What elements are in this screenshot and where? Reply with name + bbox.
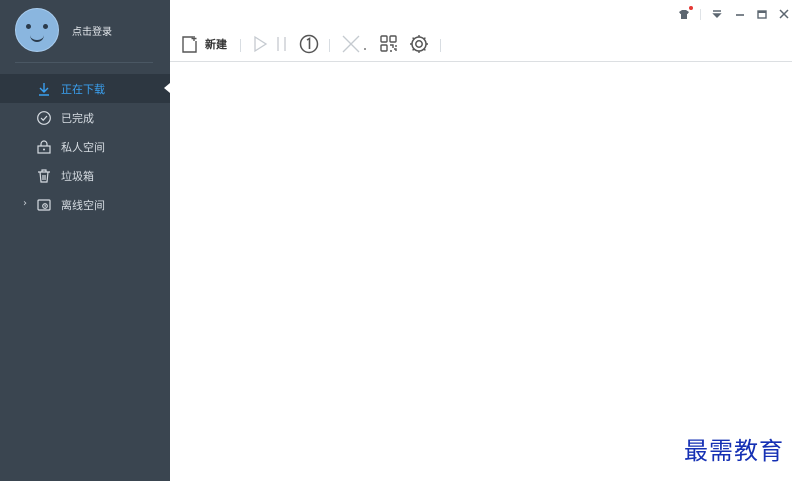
maximize-icon[interactable] <box>754 6 770 22</box>
menu-icon[interactable] <box>709 6 725 22</box>
toolbar: 新建 <box>170 30 792 60</box>
new-task-icon <box>180 34 200 54</box>
divider <box>15 62 153 63</box>
download-icon <box>36 81 52 97</box>
sidebar-item-downloading[interactable]: 正在下载 <box>0 74 170 103</box>
pause-icon <box>274 34 290 54</box>
lock-icon <box>36 139 52 155</box>
divider <box>440 39 441 52</box>
sidebar-item-label: 私人空间 <box>61 140 105 154</box>
profile-area: 点击登录 <box>0 0 170 62</box>
speed-limit-icon <box>298 33 320 55</box>
new-task-button[interactable]: 新建 <box>180 33 227 55</box>
start-button[interactable] <box>250 33 270 55</box>
divider <box>700 9 701 20</box>
sidebar-item-label: 正在下载 <box>61 82 105 96</box>
new-task-label: 新建 <box>205 38 227 51</box>
sidebar-nav: 正在下载 已完成 私人空间 垃圾箱 › 离线空间 <box>0 74 170 219</box>
sidebar-item-offline-space[interactable]: › 离线空间 <box>0 190 170 219</box>
chevron-right-icon[interactable]: › <box>23 198 27 209</box>
avatar[interactable] <box>15 8 59 52</box>
divider <box>329 39 330 52</box>
cloud-folder-icon <box>36 197 52 213</box>
trash-icon <box>36 168 52 184</box>
settings-icon <box>408 33 430 55</box>
sidebar-item-label: 离线空间 <box>61 198 105 212</box>
sidebar-item-label: 垃圾箱 <box>61 169 94 183</box>
sidebar-item-trash[interactable]: 垃圾箱 <box>0 161 170 190</box>
sidebar-item-label: 已完成 <box>61 111 94 125</box>
title-bar <box>170 0 792 30</box>
download-list-area <box>170 62 792 481</box>
login-link[interactable]: 点击登录 <box>72 23 112 38</box>
qr-code-button[interactable] <box>379 33 399 55</box>
start-icon <box>250 34 270 54</box>
notification-dot <box>689 6 693 10</box>
check-circle-icon <box>36 110 52 126</box>
divider <box>240 39 241 52</box>
delete-button[interactable] <box>340 33 366 55</box>
qr-code-icon <box>379 34 399 54</box>
minimize-icon[interactable] <box>732 6 748 22</box>
sidebar: 点击登录 正在下载 已完成 私人空间 垃圾箱 › 离线空间 <box>0 0 170 481</box>
sidebar-item-private-space[interactable]: 私人空间 <box>0 132 170 161</box>
watermark: 最需教育 <box>684 437 784 465</box>
dropdown-dot <box>364 48 366 50</box>
sidebar-item-completed[interactable]: 已完成 <box>0 103 170 132</box>
speed-limit-button[interactable] <box>298 33 320 55</box>
delete-icon <box>340 33 362 55</box>
pause-button[interactable] <box>274 33 290 55</box>
settings-button[interactable] <box>408 33 430 55</box>
close-icon[interactable] <box>776 6 792 22</box>
